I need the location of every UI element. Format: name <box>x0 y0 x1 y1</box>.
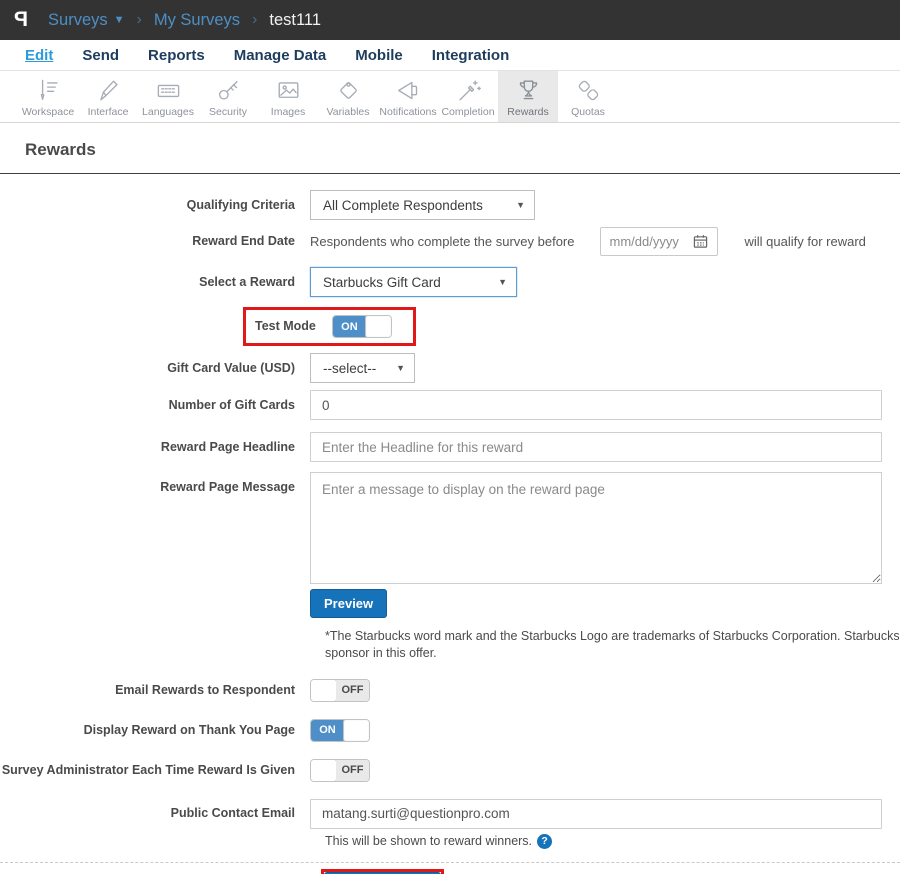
breadcrumb-my-surveys[interactable]: My Surveys <box>154 11 240 30</box>
tag-icon <box>339 82 357 99</box>
chevron-down-icon[interactable]: ▼ <box>114 14 125 26</box>
end-date-prefix-text: Respondents who complete the survey befo… <box>310 234 575 249</box>
pencil-list-icon <box>40 79 58 101</box>
contact-email-row: Public Contact Email <box>0 798 900 829</box>
number-gift-cards-input[interactable] <box>310 390 882 420</box>
display-reward-label: Display Reward on Thank You Page <box>83 722 295 737</box>
breadcrumb-separator: › <box>252 11 258 28</box>
tab-edit[interactable]: Edit <box>25 47 53 64</box>
toolbar-item-rewards[interactable]: Rewards <box>498 71 558 122</box>
top-header-bar: P Surveys ▼ › My Surveys › test111 <box>0 0 900 40</box>
toggle-knob <box>343 719 369 741</box>
qualifying-criteria-select[interactable]: All Complete Respondents ▼ <box>310 190 535 220</box>
email-rewards-toggle[interactable]: OFF <box>310 678 370 702</box>
tab-manage-data[interactable]: Manage Data <box>234 47 327 64</box>
reward-headline-label: Reward Page Headline <box>160 439 295 454</box>
reward-message-label: Reward Page Message <box>160 480 295 494</box>
calendar-icon[interactable] <box>693 234 708 249</box>
select-reward-label: Select a Reward <box>199 274 295 289</box>
contact-email-input[interactable] <box>310 798 882 829</box>
toggle-knob <box>311 759 337 781</box>
end-date-suffix-text: will qualify for reward <box>744 234 866 249</box>
help-icon[interactable]: ? <box>537 833 553 849</box>
contact-email-label: Public Contact Email <box>170 806 295 821</box>
toolbar-item-quotas[interactable]: Quotas <box>558 71 618 122</box>
toolbar-item-images[interactable]: Images <box>258 71 318 122</box>
select-reward-row: Select a Reward Starbucks Gift Card ▼ <box>0 267 900 297</box>
toggle-knob <box>364 316 391 337</box>
qualifying-criteria-label: Qualifying Criteria <box>186 197 295 212</box>
toggle-knob <box>311 679 337 701</box>
rewards-form: Qualifying Criteria All Complete Respond… <box>0 190 900 874</box>
toolbar-item-interface[interactable]: Interface <box>78 71 138 122</box>
preview-row: Preview <box>0 589 900 618</box>
breadcrumb-surveys[interactable]: Surveys <box>48 11 108 30</box>
chevron-down-icon: ▼ <box>396 363 405 373</box>
toolbar-item-completion[interactable]: Completion <box>438 71 498 122</box>
toolbar-item-notifications[interactable]: Notifications <box>378 71 438 122</box>
gift-card-value-row: Gift Card Value (USD) --select-- ▼ <box>0 353 900 383</box>
breadcrumb-survey-name: test111 <box>269 10 322 29</box>
email-admin-row: Email Survey Administrator Each Time Rew… <box>0 758 900 782</box>
toolbar-item-languages[interactable]: Languages <box>138 71 198 122</box>
main-menu: Edit Send Reports Manage Data Mobile Int… <box>0 40 900 71</box>
pen-icon <box>99 80 118 101</box>
edit-sub-toolbar: Workspace Interface Languages Security I… <box>0 71 900 123</box>
reward-headline-input[interactable] <box>310 432 882 462</box>
email-admin-label: Email Survey Administrator Each Time Rew… <box>0 762 295 777</box>
page-title: Rewards <box>25 140 96 159</box>
contact-email-help: This will be shown to reward winners. ? <box>325 833 900 849</box>
toolbar-item-workspace[interactable]: Workspace <box>18 71 78 122</box>
tab-send[interactable]: Send <box>82 47 119 64</box>
reward-headline-row: Reward Page Headline <box>0 432 900 462</box>
tab-reports[interactable]: Reports <box>148 47 205 64</box>
number-gift-cards-row: Number of Gift Cards <box>0 390 900 420</box>
gift-card-value-select[interactable]: --select-- ▼ <box>310 353 415 383</box>
tab-integration[interactable]: Integration <box>432 47 510 64</box>
chevron-down-icon: ▼ <box>498 277 507 287</box>
test-mode-toggle[interactable]: ON <box>331 315 392 338</box>
picture-icon <box>278 82 298 98</box>
test-mode-annotation-box: Test Mode ON <box>243 307 416 346</box>
key-icon <box>218 80 238 100</box>
display-reward-toggle[interactable]: ON <box>310 718 370 742</box>
title-divider <box>0 173 900 174</box>
toolbar-item-variables[interactable]: Variables <box>318 71 378 122</box>
reward-end-date-row: Reward End Date Respondents who complete… <box>0 227 900 256</box>
reward-end-date-label: Reward End Date <box>192 234 295 248</box>
display-reward-row: Display Reward on Thank You Page ON <box>0 718 900 742</box>
number-gift-cards-label: Number of Gift Cards <box>168 397 295 412</box>
tab-mobile[interactable]: Mobile <box>355 47 403 64</box>
reward-message-row: Reward Page Message <box>0 472 900 584</box>
email-admin-toggle[interactable]: OFF <box>310 758 370 782</box>
magic-wand-icon <box>458 80 481 101</box>
test-mode-label: Test Mode <box>255 319 316 333</box>
gift-card-value-label: Gift Card Value (USD) <box>167 360 295 375</box>
keyboard-icon <box>157 84 179 98</box>
reward-message-textarea[interactable] <box>310 472 882 584</box>
trophy-icon <box>519 80 537 100</box>
email-rewards-label: Email Rewards to Respondent <box>115 682 295 697</box>
chevron-down-icon: ▼ <box>516 200 525 210</box>
breadcrumb-separator: › <box>136 11 142 28</box>
qualifying-criteria-row: Qualifying Criteria All Complete Respond… <box>0 190 900 220</box>
select-reward-select[interactable]: Starbucks Gift Card ▼ <box>310 267 517 297</box>
starbucks-disclaimer: *The Starbucks word mark and the Starbuc… <box>325 629 900 660</box>
preview-button[interactable]: Preview <box>310 589 388 618</box>
megaphone-icon <box>397 81 417 100</box>
toolbar-item-security[interactable]: Security <box>198 71 258 122</box>
save-annotation-box: Save Changes <box>321 868 444 874</box>
bottom-divider <box>0 861 900 863</box>
test-mode-row: Test Mode ON <box>0 307 900 346</box>
chain-links-icon <box>578 80 598 101</box>
email-rewards-row: Email Rewards to Respondent OFF <box>0 678 900 702</box>
questionpro-logo-icon[interactable]: P <box>14 8 28 32</box>
reward-end-date-input[interactable]: mm/dd/yyyy <box>599 227 718 256</box>
